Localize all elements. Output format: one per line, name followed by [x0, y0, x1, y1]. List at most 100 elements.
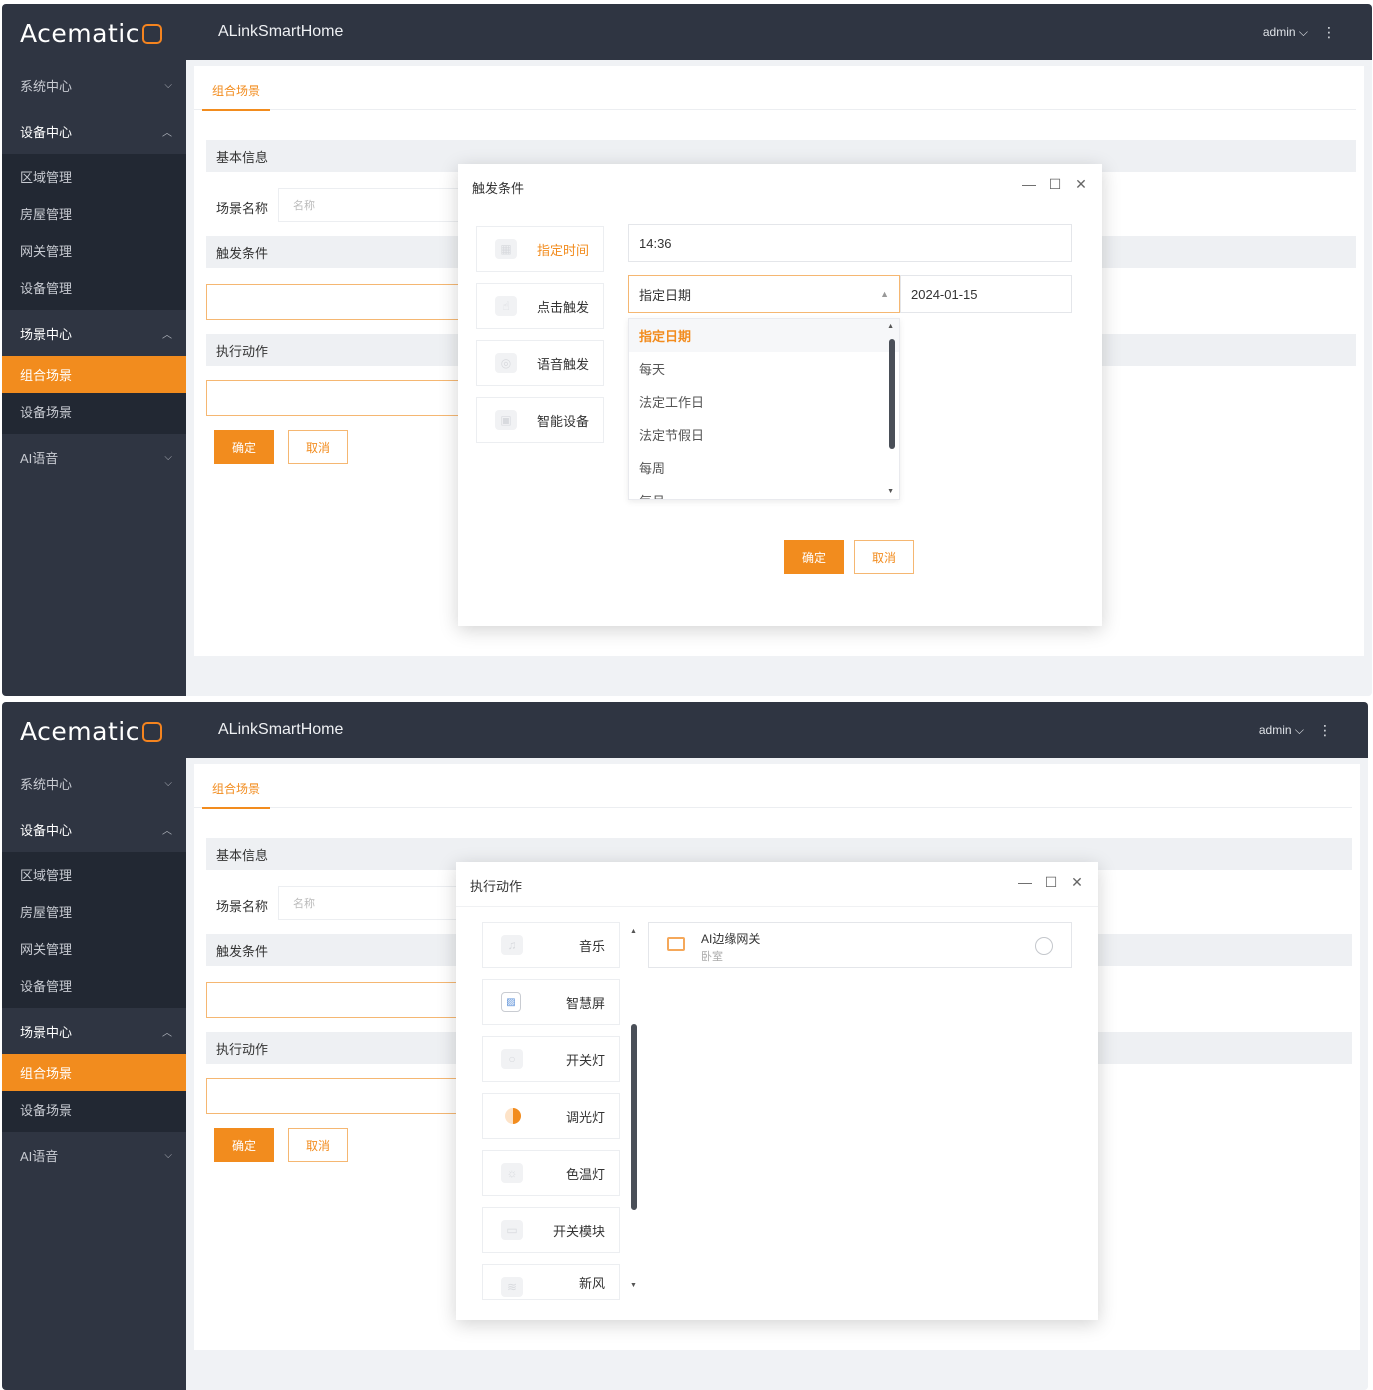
fan-icon: ≋	[501, 1277, 523, 1297]
screenshot-action-dialog: Acematic 系统中心 ⌵ 设备中心 ︿ 区域管理 房屋管理 网关管理 设备管理…	[2, 702, 1368, 1390]
logo-mark-icon	[141, 24, 162, 44]
confirm-button[interactable]: 确定	[214, 430, 274, 464]
tab-bar: 组合场景	[194, 68, 1356, 111]
close-icon[interactable]: ✕	[1070, 874, 1084, 891]
scene-submenu: 组合场景 设备场景	[2, 356, 186, 434]
module-icon: ▭	[501, 1220, 523, 1240]
cancel-button[interactable]: 取消	[288, 1128, 348, 1162]
calendar-icon: ▦	[495, 239, 517, 259]
more-icon[interactable]: ⋮	[1318, 722, 1332, 739]
action-type-color-temp[interactable]: ☼ 色温灯	[482, 1150, 620, 1196]
sidebar-item-area[interactable]: 区域管理	[2, 158, 186, 195]
device-submenu: 区域管理 房屋管理 网关管理 设备管理	[2, 852, 186, 1008]
trigger-type-device[interactable]: ▣ 智能设备	[476, 397, 604, 443]
cancel-button[interactable]: 取消	[288, 430, 348, 464]
trigger-type-time[interactable]: ▦ 指定时间	[476, 226, 604, 272]
trigger-box[interactable]	[206, 284, 466, 320]
sidebar-item-gateway[interactable]: 网关管理	[2, 232, 186, 269]
date-mode-dropdown: 指定日期 每天 法定工作日 法定节假日 每周 每月 ▲ ▼	[628, 318, 900, 500]
sidebar-group-device[interactable]: 设备中心 ︿	[2, 108, 186, 154]
sidebar-item-gateway[interactable]: 网关管理	[2, 930, 186, 967]
action-box[interactable]	[206, 1078, 466, 1114]
scroll-down-icon[interactable]: ▼	[887, 488, 894, 495]
action-type-smart-screen[interactable]: ▨ 智慧屏	[482, 979, 620, 1025]
screenshot-trigger-dialog: Acematic 系统中心 ⌵ 设备中心 ︿ 区域管理 房屋管理 网关管理 设备管理…	[2, 4, 1372, 696]
scene-name-label: 场景名称	[216, 201, 269, 216]
select-radio[interactable]	[1035, 937, 1053, 955]
option-workday[interactable]: 法定工作日	[629, 385, 899, 418]
list-scrollbar[interactable]	[631, 1024, 637, 1210]
bulb-icon: ○	[501, 1049, 523, 1069]
voice-icon: ◎	[495, 353, 517, 373]
broken-image-icon: ▨	[501, 992, 521, 1012]
chevron-up-icon: ︿	[162, 825, 172, 837]
sidebar-item-device-scene[interactable]: 设备场景	[2, 393, 186, 430]
dialog-confirm-button[interactable]: 确定	[784, 540, 844, 574]
sidebar-group-system[interactable]: 系统中心 ⌵	[2, 760, 186, 806]
device-icon: ▣	[495, 410, 517, 430]
confirm-button[interactable]: 确定	[214, 1128, 274, 1162]
app-title: ALinkSmartHome	[218, 23, 344, 40]
dialog-controls: — ☐ ✕	[1018, 874, 1084, 891]
sidebar-item-combo-scene[interactable]: 组合场景	[2, 356, 186, 393]
maximize-icon[interactable]: ☐	[1044, 874, 1058, 891]
sidebar-item-device-scene[interactable]: 设备场景	[2, 1091, 186, 1128]
option-every-day[interactable]: 每天	[629, 352, 899, 385]
chevron-down-icon: ⌵	[164, 79, 172, 91]
scroll-down-icon[interactable]: ▼	[630, 1282, 1093, 1289]
dropdown-scrollbar[interactable]	[889, 339, 895, 449]
gateway-icon	[667, 937, 685, 951]
action-type-switch-module[interactable]: ▭ 开关模块	[482, 1207, 620, 1253]
tab-combo-scene[interactable]: 组合场景	[202, 78, 271, 111]
trigger-box[interactable]	[206, 982, 466, 1018]
sidebar-item-device[interactable]: 设备管理	[2, 269, 186, 306]
action-box[interactable]	[206, 380, 466, 416]
sidebar-item-combo-scene[interactable]: 组合场景	[2, 1054, 186, 1091]
trigger-type-voice[interactable]: ◎ 语音触发	[476, 340, 604, 386]
sidebar: Acematic 系统中心 ⌵ 设备中心 ︿ 区域管理 房屋管理 网关管理 设备管理…	[2, 702, 186, 1390]
device-card[interactable]: AI边缘网关 卧室	[648, 922, 1072, 968]
sidebar-group-device[interactable]: 设备中心 ︿	[2, 806, 186, 852]
action-type-switch-light[interactable]: ○ 开关灯	[482, 1036, 620, 1082]
option-specified-date[interactable]: 指定日期	[629, 319, 899, 352]
action-type-music[interactable]: ♫ 音乐	[482, 922, 620, 968]
sidebar-item-house[interactable]: 房屋管理	[2, 893, 186, 930]
sidebar-item-area[interactable]: 区域管理	[2, 856, 186, 893]
dialog-title: 执行动作	[470, 879, 523, 894]
date-input[interactable]: 2024-01-15	[900, 275, 1072, 313]
color-temp-icon: ☼	[501, 1163, 523, 1183]
date-mode-select[interactable]: 指定日期 ▲	[628, 275, 900, 313]
scroll-up-icon[interactable]: ▲	[887, 323, 894, 330]
scene-name-input[interactable]: 名称	[278, 188, 478, 222]
minimize-icon[interactable]: —	[1022, 176, 1036, 193]
action-type-fresh-air[interactable]: ≋ 新风	[482, 1264, 620, 1300]
option-holiday[interactable]: 法定节假日	[629, 418, 899, 451]
sidebar-item-device[interactable]: 设备管理	[2, 967, 186, 1004]
top-header: ALinkSmartHome admin ⌵ ⋮	[186, 4, 1372, 60]
sidebar-group-scene[interactable]: 场景中心 ︿	[2, 1008, 186, 1054]
user-menu[interactable]: admin ⌵	[1259, 723, 1304, 738]
dialog-controls: — ☐ ✕	[1022, 176, 1088, 193]
sidebar: Acematic 系统中心 ⌵ 设备中心 ︿ 区域管理 房屋管理 网关管理 设备管理…	[2, 4, 186, 696]
tab-combo-scene[interactable]: 组合场景	[202, 776, 271, 809]
close-icon[interactable]: ✕	[1074, 176, 1088, 193]
sidebar-group-ai-voice[interactable]: AI语音 ⌵	[2, 1132, 186, 1178]
chevron-up-icon: ▲	[880, 289, 889, 299]
scene-name-input[interactable]: 名称	[278, 886, 478, 920]
sidebar-group-scene[interactable]: 场景中心 ︿	[2, 310, 186, 356]
sidebar-group-system[interactable]: 系统中心 ⌵	[2, 62, 186, 108]
sidebar-item-house[interactable]: 房屋管理	[2, 195, 186, 232]
maximize-icon[interactable]: ☐	[1048, 176, 1062, 193]
time-input[interactable]: 14:36	[628, 224, 1072, 262]
dialog-title: 触发条件	[472, 181, 525, 196]
trigger-type-click[interactable]: ☝ 点击触发	[476, 283, 604, 329]
user-menu[interactable]: admin ⌵	[1263, 25, 1308, 40]
action-type-dimmer[interactable]: ◐调光灯	[482, 1093, 620, 1139]
logo: Acematic	[2, 4, 186, 62]
option-weekly[interactable]: 每周	[629, 451, 899, 484]
minimize-icon[interactable]: —	[1018, 874, 1032, 891]
more-icon[interactable]: ⋮	[1322, 24, 1336, 41]
option-monthly[interactable]: 每月	[629, 484, 899, 499]
sidebar-group-ai-voice[interactable]: AI语音 ⌵	[2, 434, 186, 480]
dialog-cancel-button[interactable]: 取消	[854, 540, 914, 574]
